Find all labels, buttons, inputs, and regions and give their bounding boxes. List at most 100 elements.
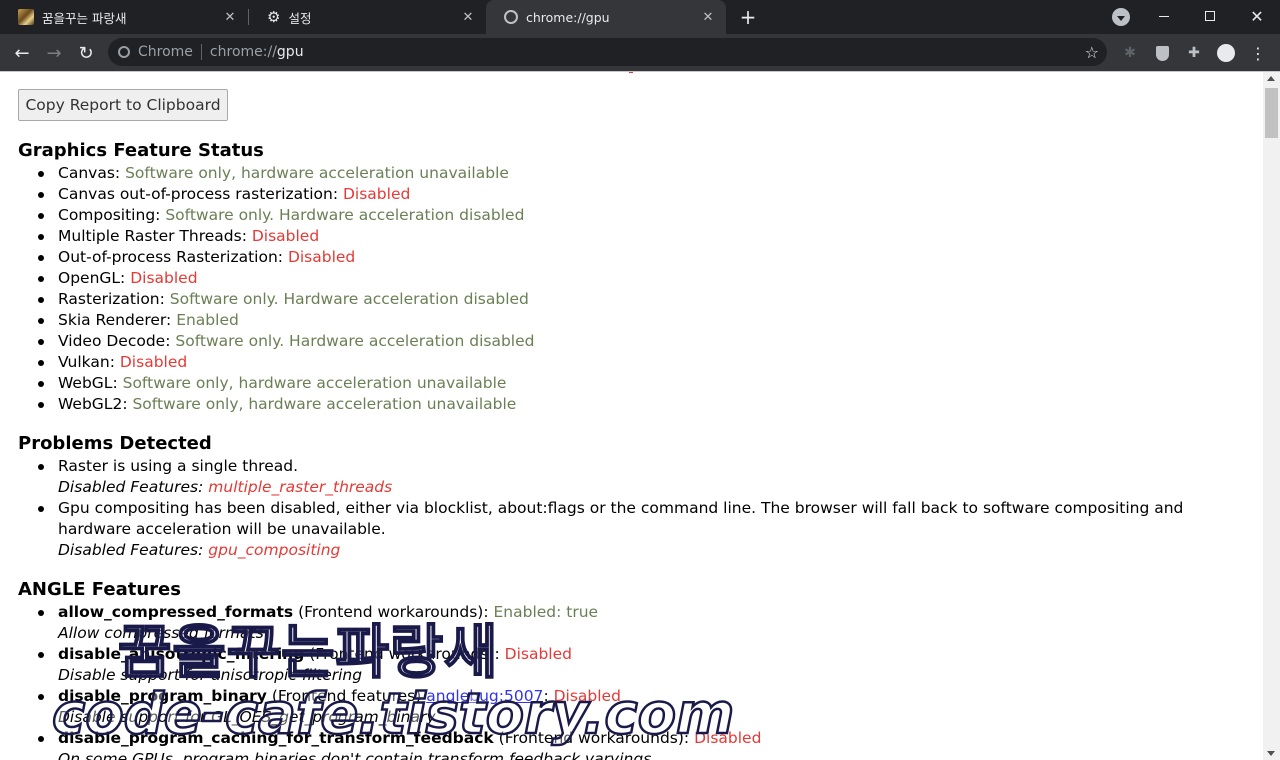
- ublock-shield-icon[interactable]: [1151, 42, 1173, 64]
- tab-title: chrome://gpu: [526, 9, 610, 25]
- menu-kebab-icon[interactable]: ⋮: [1247, 42, 1269, 64]
- close-icon[interactable]: ✕: [222, 9, 238, 25]
- feature-status-item: Multiple Raster Threads: Disabled: [37, 226, 534, 247]
- feature-name: Rasterization: [58, 290, 160, 308]
- arrow-right-icon: →: [46, 42, 62, 64]
- feature-state: Disabled: [553, 687, 621, 705]
- scroll-down-arrow-icon[interactable]: [1267, 751, 1275, 756]
- feature-status-value: Disabled: [251, 227, 320, 245]
- url-text: chrome://gpu: [210, 44, 304, 60]
- back-button[interactable]: ←: [9, 40, 35, 66]
- feature-name: WebGL: [58, 374, 113, 392]
- reload-button[interactable]: ↻: [73, 40, 99, 66]
- feature-state-value: true: [566, 603, 599, 621]
- feature-status-value: Software only, hardware acceleration una…: [125, 164, 509, 182]
- close-icon: ✕: [1250, 6, 1264, 26]
- tab-search-button[interactable]: [1112, 8, 1130, 26]
- extensions-puzzle-icon[interactable]: ✚: [1183, 42, 1205, 64]
- feature-status-value: Disabled: [130, 269, 198, 287]
- tab-title: 꿈을꾸는 파랑새: [42, 10, 127, 26]
- feature-name: Compositing: [58, 206, 156, 224]
- feature-status-item: Video Decode: Software only. Hardware ac…: [37, 332, 535, 350]
- copy-report-button[interactable]: Copy Report to Clipboard: [18, 89, 228, 121]
- feature-status-value: Disabled: [342, 185, 411, 203]
- feature-name: Canvas out-of-process rasterization: [58, 185, 333, 203]
- feature-status-item: Compositing: Software only. Hardware acc…: [37, 205, 534, 226]
- url-prefix: chrome://: [209, 44, 277, 60]
- feature-description: Disable support for GL_OES_get_program_b…: [58, 708, 436, 726]
- close-icon[interactable]: ✕: [700, 9, 716, 25]
- feature-status-item: WebGL2: Software only, hardware accelera…: [37, 394, 534, 415]
- feature-state: Enabled:: [493, 603, 562, 621]
- settings-gear-icon: ⚙: [267, 8, 281, 26]
- feature-status-value: Software only. Hardware acceleration dis…: [165, 206, 525, 224]
- feature-status-item: Out-of-process Rasterization: Disabled: [37, 247, 534, 268]
- restore-icon: [1205, 11, 1215, 21]
- minimize-icon: [1159, 15, 1169, 17]
- partial-red-text: [629, 72, 633, 73]
- feature-description: Allow compressed formats: [58, 624, 264, 642]
- feature-status-item: WebGL: Software only, hardware accelerat…: [37, 373, 534, 394]
- feature-description: On some GPUs, program binaries don't con…: [58, 750, 652, 760]
- problem-text: Gpu compositing has been disabled, eithe…: [58, 499, 1184, 538]
- tab-blog[interactable]: 꿈을꾸는 파랑새 ✕: [0, 0, 248, 34]
- url-host: gpu: [276, 44, 304, 60]
- feature-name: Vulkan: [58, 353, 110, 371]
- close-window-button[interactable]: ✕: [1234, 0, 1280, 32]
- problems-title: Problems Detected: [18, 433, 212, 454]
- disabled-feature-name: multiple_raster_threads: [208, 478, 393, 496]
- page-content: Copy Report to Clipboard Graphics Featur…: [0, 72, 1263, 760]
- feature-name: Multiple Raster Threads: [58, 227, 242, 245]
- angle-features-list: allow_compressed_formats (Frontend worka…: [37, 602, 762, 760]
- feature-description: Disable support for anisotropic filterin…: [58, 666, 363, 684]
- angle-feature-item: disable_program_caching_for_transform_fe…: [37, 728, 762, 760]
- close-icon[interactable]: ✕: [460, 9, 476, 25]
- feature-status-value: Enabled: [176, 311, 239, 329]
- disabled-features-label: Disabled Features:: [58, 541, 204, 559]
- anglebug-link[interactable]: anglebug:5007: [426, 687, 543, 705]
- chevron-down-icon: [1117, 15, 1125, 21]
- tab-strip: 꿈을꾸는 파랑새 ✕ ⚙ 설정 ✕ chrome://gpu ✕ + ✕: [0, 0, 1280, 34]
- chrome-page-icon: [504, 10, 518, 24]
- forward-button[interactable]: →: [41, 40, 67, 66]
- shield-shape: [1155, 45, 1169, 61]
- toolbar: ← → ↻ Chrome chrome://gpu ☆ ✱ ✚ ⋮: [0, 34, 1280, 71]
- feature-status-item: Canvas out-of-process rasterization: Dis…: [37, 184, 534, 205]
- problems-list: Raster is using a single thread. Disable…: [38, 456, 1208, 561]
- feature-name: disable_program_binary: [58, 687, 267, 705]
- avatar: [1217, 44, 1235, 62]
- feature-name: disable_program_caching_for_transform_fe…: [58, 729, 494, 747]
- profile-avatar-icon[interactable]: [1215, 42, 1237, 64]
- disabled-feature-name: gpu_compositing: [208, 541, 341, 559]
- feature-name: Skia Renderer: [58, 311, 167, 329]
- bookmark-star-icon[interactable]: ☆: [1085, 43, 1099, 62]
- feature-category: (Frontend workarounds):: [498, 729, 690, 747]
- scroll-thumb[interactable]: [1265, 88, 1278, 138]
- restore-button[interactable]: [1187, 0, 1233, 32]
- problem-item: Gpu compositing has been disabled, eithe…: [38, 498, 1208, 561]
- tab-title: 설정: [288, 10, 312, 26]
- omnibox-divider: [200, 44, 202, 60]
- feature-category: (Frontend features): [271, 687, 422, 705]
- address-bar[interactable]: Chrome chrome://gpu ☆: [108, 38, 1107, 66]
- blog-avatar-icon: [18, 9, 34, 25]
- feature-name: allow_compressed_formats: [58, 603, 294, 621]
- feature-state: Disabled: [694, 729, 762, 747]
- minimize-button[interactable]: [1141, 0, 1187, 32]
- feature-status-item: Rasterization: Software only. Hardware a…: [37, 289, 534, 310]
- new-tab-button[interactable]: +: [736, 5, 760, 29]
- feature-name: Out-of-process Rasterization: [58, 248, 278, 266]
- arrow-left-icon: ←: [14, 42, 30, 64]
- tab-chrome-gpu[interactable]: chrome://gpu ✕: [486, 0, 726, 34]
- feature-name: disable_anisotropic_filtering: [58, 645, 305, 663]
- feature-status-list: Canvas: Software only, hardware accelera…: [37, 163, 535, 415]
- vertical-scrollbar[interactable]: [1263, 72, 1280, 760]
- feature-name: Video Decode: [58, 332, 166, 350]
- feature-status-value: Software only, hardware acceleration una…: [122, 374, 507, 392]
- extension-bug-icon[interactable]: ✱: [1119, 42, 1141, 64]
- feature-status-value: Software only. Hardware acceleration dis…: [169, 290, 529, 308]
- feature-status-item: Skia Renderer: Enabled: [37, 310, 534, 331]
- scroll-up-arrow-icon[interactable]: [1267, 76, 1275, 81]
- disabled-features-label: Disabled Features:: [58, 478, 204, 496]
- tab-settings[interactable]: ⚙ 설정 ✕: [249, 0, 486, 34]
